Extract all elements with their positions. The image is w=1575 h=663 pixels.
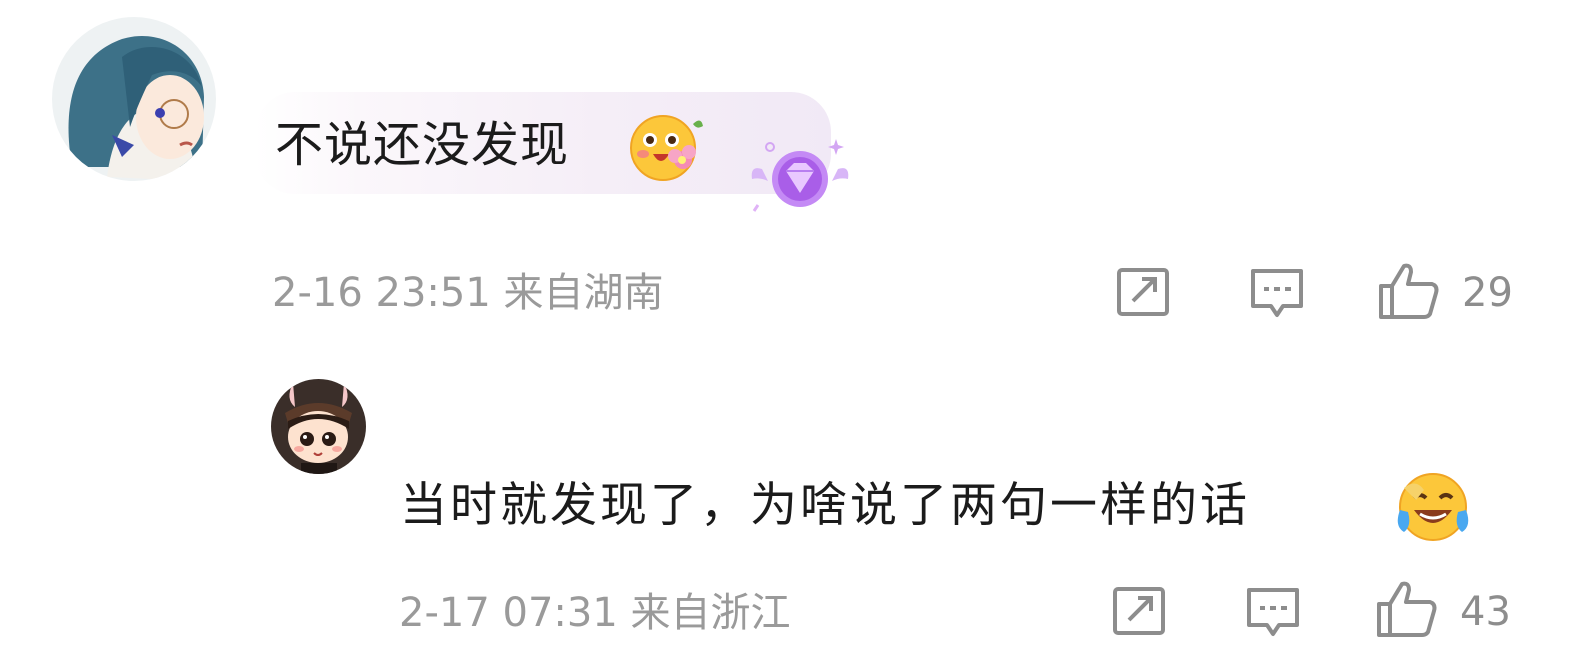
user-avatar[interactable]	[271, 379, 366, 474]
comment-meta: 2-16 23:51 来自湖南	[272, 270, 664, 316]
comment-icon[interactable]	[1250, 268, 1304, 320]
repost-icon[interactable]	[1112, 586, 1166, 636]
user-avatar[interactable]	[52, 17, 216, 181]
repost-icon[interactable]	[1116, 267, 1170, 317]
comment-text: 不说还没发现	[275, 117, 570, 173]
comment-icon[interactable]	[1246, 587, 1300, 639]
purple-diamond-badge-icon	[750, 135, 850, 215]
like-icon[interactable]	[1376, 580, 1438, 638]
like-count: 43	[1460, 589, 1511, 635]
chibi-bunny-avatar-icon	[271, 379, 366, 474]
like-count: 29	[1462, 270, 1513, 316]
blushing-flower-emoji-icon	[627, 110, 705, 184]
comment-text: 当时就发现了，为啥说了两句一样的话	[400, 478, 1250, 533]
anime-girl-avatar-icon	[52, 17, 216, 181]
laughing-tears-emoji-icon	[1394, 470, 1472, 544]
like-icon[interactable]	[1378, 262, 1440, 320]
comment-meta: 2-17 07:31 来自浙江	[399, 590, 791, 636]
